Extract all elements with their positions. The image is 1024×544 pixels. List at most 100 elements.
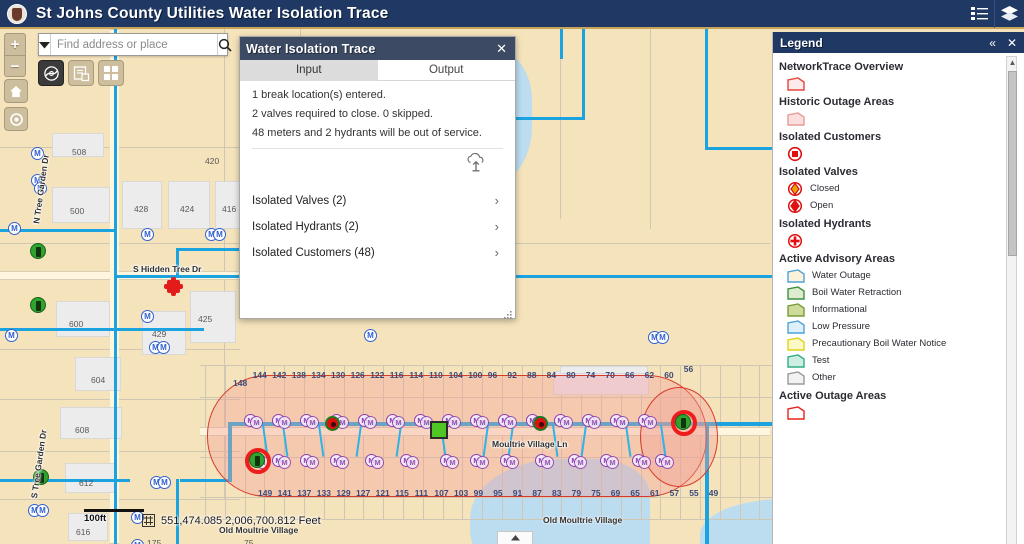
legend-item-label: Informational — [812, 304, 867, 315]
isolated-customer-icon[interactable]: M — [506, 456, 519, 469]
scale-bar-label: 100ft — [84, 513, 144, 524]
isolated-customer-icon[interactable]: M — [560, 416, 573, 429]
close-icon[interactable]: ✕ — [1007, 37, 1017, 49]
water-meter-icon[interactable]: M — [36, 504, 49, 517]
cloud-upload-export-icon[interactable] — [465, 153, 487, 178]
tab-output[interactable]: Output — [378, 60, 516, 81]
address-label: 604 — [91, 375, 105, 385]
isolated-customer-icon[interactable]: M — [504, 416, 517, 429]
isolated-customer-icon[interactable]: M — [616, 416, 629, 429]
closed-valve-icon[interactable] — [249, 452, 265, 468]
lot-number-south: 57 — [670, 488, 679, 498]
panel-title: Water Isolation Trace — [246, 42, 375, 56]
isolated-hydrant-icon[interactable] — [325, 416, 340, 431]
water-meter-icon[interactable]: M — [364, 329, 377, 342]
zoom-in-button[interactable]: + — [5, 34, 25, 55]
search-icon[interactable] — [217, 34, 232, 55]
legend-list-icon[interactable] — [964, 0, 994, 28]
isolated-customer-icon[interactable]: M — [278, 416, 291, 429]
isolated-customer-icon[interactable]: M — [448, 416, 461, 429]
chevron-down-icon[interactable] — [39, 34, 51, 55]
parcel-line — [650, 29, 651, 229]
zoom-out-button[interactable]: − — [5, 55, 25, 76]
trace-network-icon[interactable] — [38, 60, 64, 86]
break-point-square-icon[interactable] — [430, 421, 448, 439]
isolated-customer-icon[interactable]: M — [606, 456, 619, 469]
street-label: Moultrie Village Ln — [492, 439, 567, 449]
chevron-up-icon[interactable] — [497, 531, 533, 544]
water-meter-icon[interactable]: M — [131, 539, 144, 544]
isolated-customer-icon[interactable]: M — [371, 456, 384, 469]
closed-valve-icon[interactable] — [675, 414, 691, 430]
open-valve-icon[interactable] — [30, 297, 46, 313]
stat-meters-hydrants: 48 meters and 2 hydrants will be out of … — [252, 127, 503, 139]
water-meter-icon[interactable]: M — [141, 310, 154, 323]
isolated-customer-icon[interactable]: M — [250, 416, 263, 429]
chevron-right-icon: › — [495, 245, 503, 260]
polygon-swatch-icon — [787, 303, 805, 317]
tab-input[interactable]: Input — [240, 60, 378, 81]
locate-icon[interactable] — [4, 107, 28, 131]
isolated-customer-icon[interactable]: M — [364, 416, 377, 429]
result-isolated-hydrants[interactable]: Isolated Hydrants (2) › — [252, 214, 503, 239]
water-meter-icon[interactable]: M — [157, 341, 170, 354]
lot-number-north: 134 — [311, 370, 325, 380]
page-title: St Johns County Utilities Water Isolatio… — [36, 5, 388, 23]
lot-number-south: 111 — [415, 488, 428, 498]
layers-stack-icon[interactable] — [994, 0, 1024, 28]
lot-number-south: 99 — [474, 488, 483, 498]
open-valve-icon[interactable] — [30, 243, 46, 259]
isolated-customer-icon[interactable]: M — [306, 456, 319, 469]
search-input[interactable] — [51, 34, 217, 55]
notes-edit-icon[interactable] — [68, 60, 94, 86]
address-label: 424 — [180, 204, 194, 214]
lot-number-south: 103 — [454, 488, 468, 498]
isolated-customer-icon[interactable]: M — [541, 456, 554, 469]
home-icon[interactable] — [4, 79, 28, 103]
isolated-customer-icon[interactable]: M — [306, 416, 319, 429]
result-isolated-valves[interactable]: Isolated Valves (2) › — [252, 188, 503, 213]
water-meter-icon[interactable]: M — [213, 228, 226, 241]
isolated-customer-icon[interactable]: M — [392, 416, 405, 429]
water-meter-icon[interactable]: M — [5, 329, 18, 342]
water-meter-icon[interactable]: M — [158, 476, 171, 489]
grid-apps-icon[interactable] — [98, 60, 124, 86]
isolated-customer-icon[interactable]: M — [446, 456, 459, 469]
address-label: 508 — [72, 147, 86, 157]
polygon-swatch-icon — [787, 371, 805, 385]
isolated-customer-icon[interactable]: M — [278, 456, 291, 469]
isolated-customer-icon[interactable]: M — [574, 456, 587, 469]
water-meter-icon[interactable]: M — [141, 228, 154, 241]
scroll-up-icon[interactable]: ▲ — [1007, 57, 1018, 68]
isolated-customer-icon[interactable]: M — [476, 416, 489, 429]
legend-item: Precautionary Boil Water Notice — [787, 335, 1024, 352]
lot-number-south: 127 — [356, 488, 370, 498]
water-meter-icon[interactable]: M — [8, 222, 21, 235]
isolated-customer-icon[interactable]: M — [336, 456, 349, 469]
fire-hydrant-icon[interactable] — [167, 280, 180, 293]
close-icon[interactable]: ✕ — [494, 42, 509, 55]
legend-header: Legend « ✕ — [773, 32, 1024, 53]
lot-number-north: 88 — [527, 370, 536, 380]
lot-number-south: 49 — [709, 488, 718, 498]
collapse-icon[interactable]: « — [989, 37, 996, 49]
result-isolated-customers[interactable]: Isolated Customers (48) › — [252, 240, 503, 265]
panel-body: 1 break location(s) entered. 2 valves re… — [240, 81, 515, 318]
isolated-customer-icon[interactable]: M — [644, 416, 657, 429]
isolated-hydrant-icon[interactable] — [533, 416, 548, 431]
polygon-swatch-icon — [787, 337, 805, 351]
legend-group-title: Active Outage Areas — [779, 390, 1024, 402]
panel-resize-grip[interactable] — [504, 307, 513, 316]
isolated-customer-icon[interactable]: M — [406, 456, 419, 469]
water-meter-icon[interactable]: M — [656, 331, 669, 344]
legend-scrollbar[interactable]: ▲ ▼ — [1006, 56, 1017, 544]
scale-bar: 100ft — [84, 509, 144, 524]
isolated-customer-icon[interactable]: M — [476, 456, 489, 469]
isolated-customer-icon[interactable]: M — [588, 416, 601, 429]
coordinate-crosshair-icon[interactable] — [142, 514, 155, 527]
map-toolbar — [38, 60, 124, 86]
valve-dot-swatch-icon — [787, 181, 803, 197]
isolated-customer-icon[interactable]: M — [638, 456, 651, 469]
isolated-customer-icon[interactable]: M — [661, 456, 674, 469]
legend-scroll-thumb[interactable] — [1008, 71, 1017, 256]
